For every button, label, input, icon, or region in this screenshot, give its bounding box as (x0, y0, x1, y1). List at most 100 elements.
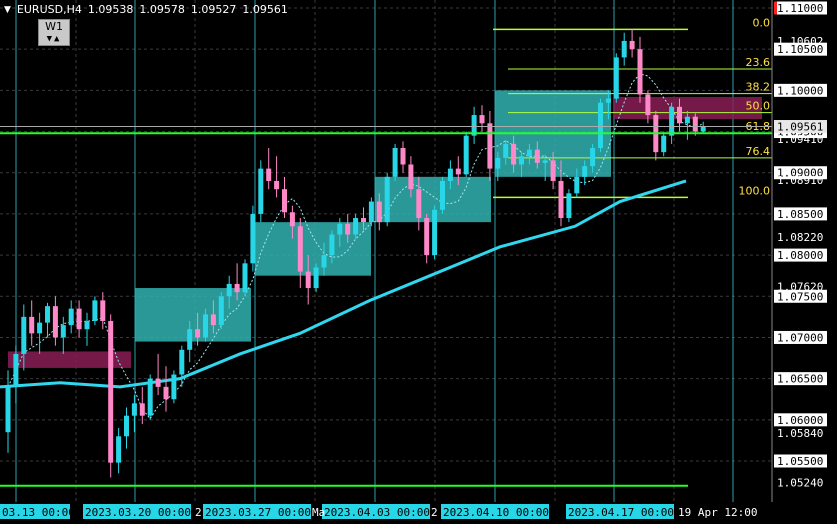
candle-body (542, 160, 548, 163)
candle-body (13, 353, 19, 387)
candle-body (21, 316, 27, 354)
candle-body (218, 296, 224, 326)
timeframe-arrows-icon[interactable]: ▼▲ (39, 34, 69, 44)
candle-body (345, 223, 351, 235)
candle-body (29, 316, 35, 334)
candle-body (558, 180, 564, 219)
candle-body (163, 386, 169, 400)
fib-level-label: 23.6 (746, 56, 771, 69)
candle-body (684, 116, 690, 124)
price-label: 1.07000 (777, 331, 823, 344)
candle-body (392, 148, 398, 177)
candle-body (131, 403, 137, 416)
candle-body (519, 156, 524, 165)
open-price: 1.09538 (87, 3, 134, 16)
candle-body (526, 149, 532, 157)
price-marker-label: 1.10602 (777, 35, 823, 48)
candle-body (155, 378, 161, 387)
time-label: 03.13 00:00 (2, 506, 75, 519)
candle-body (550, 160, 556, 181)
time-label: 2023.03.20 00:00 (85, 506, 191, 519)
candle-body (171, 374, 177, 400)
fib-level-label: 50.0 (746, 100, 771, 113)
candle-body (60, 325, 66, 338)
candle-body (234, 283, 240, 293)
time-label-fragment: 2 (431, 506, 438, 519)
candle-body (503, 143, 509, 158)
candle-body (289, 212, 295, 227)
candle-body (5, 386, 11, 433)
candle-body (376, 201, 382, 223)
candle-body (408, 164, 414, 190)
candle-body (400, 148, 406, 165)
candle-body (447, 168, 453, 181)
candle-body (274, 180, 280, 190)
supply-zone-2 (614, 96, 762, 120)
grid-lines (0, 0, 772, 502)
candle-body (566, 193, 572, 219)
price-marker-label: 1.05840 (777, 427, 823, 440)
candle-body (479, 115, 485, 124)
candle-body (353, 218, 359, 235)
candle-body (629, 40, 635, 50)
candle-body (187, 329, 193, 350)
fib-level-label: 38.2 (746, 81, 771, 94)
candle-body (108, 320, 114, 463)
candle-body (487, 123, 493, 169)
candle-body (68, 308, 74, 326)
time-label: 2023.03.27 00:00 (205, 506, 311, 519)
candle-body (266, 168, 272, 181)
candle-body (203, 314, 208, 338)
candle-body (637, 49, 643, 95)
price-chart[interactable]: 0.023.638.250.061.876.4100.0 1.110001.10… (0, 0, 837, 524)
time-label: 2023.04.17 00:00 (568, 506, 674, 519)
candle-body (139, 403, 145, 416)
timeframe-widget[interactable]: W1 ▼▲ (38, 19, 70, 46)
candle-body (305, 271, 311, 289)
symbol-label: EURUSD,H4 (16, 3, 82, 16)
candle-body (598, 102, 603, 149)
candle-body (582, 166, 588, 177)
candle-body (574, 176, 580, 194)
price-label: 1.06500 (777, 373, 823, 386)
candle-body (52, 306, 58, 338)
candle-body (621, 40, 627, 58)
price-label: 1.11000 (777, 2, 823, 15)
candle-body (424, 218, 430, 256)
candle-body (92, 300, 98, 321)
candle-body (242, 263, 248, 293)
candle-body (645, 94, 651, 116)
price-label: 1.08000 (777, 249, 823, 262)
current-price-label: 1.09561 (777, 121, 823, 134)
time-label-fragment: Ma (312, 506, 325, 519)
collapse-triangle-icon[interactable]: ▼ (4, 5, 11, 15)
price-label: 1.10000 (777, 84, 823, 97)
candle-body (463, 135, 469, 175)
price-marker-label: 1.09410 (777, 133, 823, 146)
candle-body (210, 314, 216, 326)
candle-body (258, 168, 264, 214)
candle-body (440, 180, 445, 210)
time-label-fragment: 2 (195, 506, 202, 519)
price-marker-label: 1.05240 (777, 476, 823, 489)
price-label: 1.06000 (777, 414, 823, 427)
candle-body (368, 201, 374, 223)
alert-marker (774, 1, 777, 15)
candle-body (361, 218, 366, 223)
candle-body (45, 306, 50, 323)
candle-body (700, 126, 706, 132)
candle-body (282, 189, 287, 213)
low-price: 1.09527 (190, 3, 237, 16)
time-label: 2023.04.10 00:00 (443, 506, 549, 519)
candle-body (511, 143, 517, 165)
candle-body (677, 106, 682, 124)
candle-body (179, 349, 185, 375)
candle-body (337, 223, 343, 235)
candle-body (84, 320, 90, 330)
candle-body (384, 176, 390, 223)
fib-level-label: 100.0 (739, 184, 771, 197)
candle-body (495, 157, 501, 169)
candle-body (100, 300, 106, 321)
candle-body (76, 308, 82, 330)
price-label: 1.08500 (777, 208, 823, 221)
